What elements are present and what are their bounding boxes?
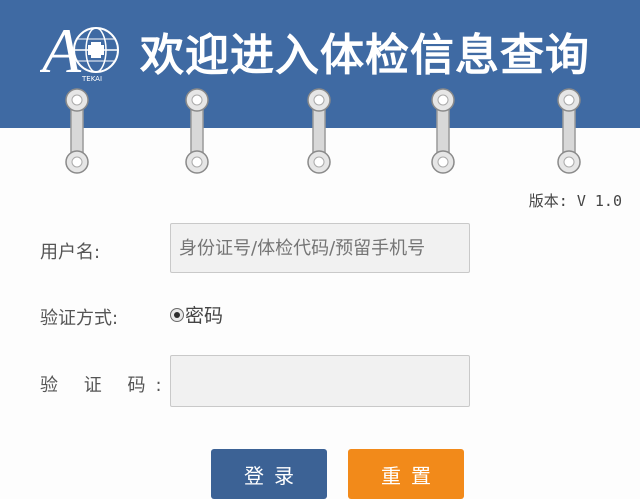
login-button[interactable]: 登录 (211, 449, 327, 499)
username-label: 用户名: (40, 242, 101, 263)
verify-method-label: 验证方式: (40, 308, 119, 329)
captcha-input[interactable] (170, 355, 470, 407)
binder-ring-icon (431, 88, 455, 174)
reset-button[interactable]: 重置 (348, 449, 464, 499)
version-label: 版本: V 1.0 (528, 192, 622, 210)
username-input[interactable] (170, 223, 470, 273)
binder-ring-icon (557, 88, 581, 174)
page-title: 欢迎进入体检信息查询 (140, 30, 590, 81)
binder-ring-icon (65, 88, 89, 174)
captcha-label: 验 证 码: (40, 375, 172, 396)
binder-ring-icon (307, 88, 331, 174)
clinic-logo: A TEKAI (40, 15, 119, 84)
binder-ring-icon (185, 88, 209, 174)
radio-selected-icon[interactable] (170, 307, 184, 322)
password-radio-option[interactable]: 密码 (170, 301, 223, 328)
password-radio-label: 密码 (185, 305, 224, 327)
svg-text:TEKAI: TEKAI (81, 75, 102, 83)
